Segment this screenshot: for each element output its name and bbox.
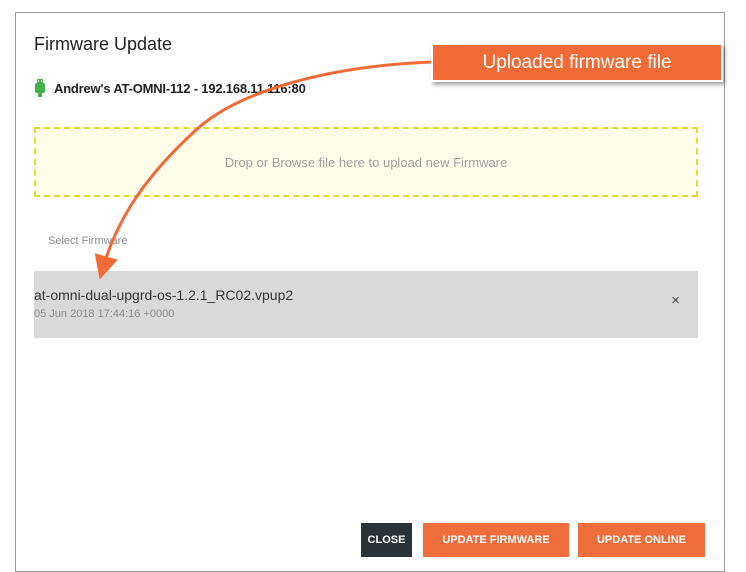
dialog-title: Firmware Update [34,34,173,54]
annotation-callout: Uploaded firmware file [431,43,723,82]
close-button[interactable]: CLOSE [361,523,412,557]
device-row: Andrew's AT-OMNI-112 - 192.168.11.116:80 [34,79,306,97]
firmware-file-date: 05 Jun 2018 17:44:16 +0000 [34,308,175,320]
update-firmware-button[interactable]: UPDATE FIRMWARE [423,523,569,557]
update-online-button[interactable]: UPDATE ONLINE [578,523,705,557]
firmware-file-name: at-omni-dual-upgrd-os-1.2.1_RC02.vpup2 [34,287,294,303]
select-firmware-label: Select Firmware [48,235,128,247]
device-label: Andrew's AT-OMNI-112 - 192.168.11.116:80 [54,80,306,96]
remove-file-icon[interactable]: × [671,293,680,308]
firmware-file-row[interactable]: at-omni-dual-upgrd-os-1.2.1_RC02.vpup2 0… [34,271,698,338]
firmware-dropzone[interactable]: Drop or Browse file here to upload new F… [34,127,698,197]
usb-plug-icon [34,79,46,97]
